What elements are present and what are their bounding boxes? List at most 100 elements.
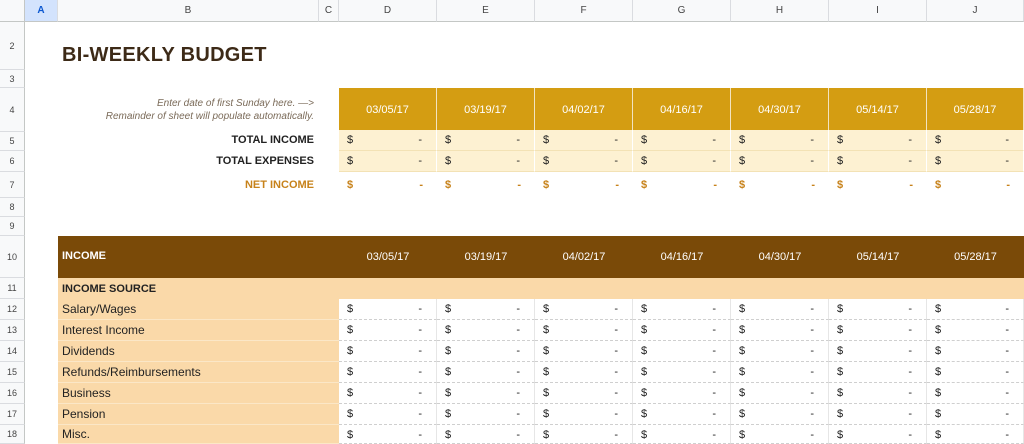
income-value-cell[interactable]: $ - bbox=[927, 320, 1024, 341]
income-date-7[interactable]: 05/28/17 bbox=[927, 236, 1024, 278]
income-value-cell[interactable]: $ - bbox=[535, 299, 633, 320]
column-header-j[interactable]: J bbox=[927, 0, 1024, 22]
income-value-cell[interactable]: $ - bbox=[731, 362, 829, 383]
income-value-cell[interactable]: $ - bbox=[535, 362, 633, 383]
net-income-cell[interactable]: $ - bbox=[437, 175, 535, 199]
income-value-cell[interactable]: $ - bbox=[633, 383, 731, 404]
row-header[interactable]: 8 bbox=[0, 198, 25, 217]
row-header[interactable]: 7 bbox=[0, 172, 25, 198]
row-header[interactable]: 18 bbox=[0, 425, 25, 444]
column-header-c[interactable]: C bbox=[319, 0, 339, 22]
income-source-header[interactable]: INCOME SOURCE bbox=[58, 278, 1024, 299]
income-value-cell[interactable]: $ - bbox=[437, 299, 535, 320]
income-value-cell[interactable]: $ - bbox=[535, 425, 633, 444]
income-value-cell[interactable]: $ - bbox=[437, 383, 535, 404]
date-cell-3[interactable]: 04/02/17 bbox=[535, 88, 633, 132]
income-value-cell[interactable]: $ - bbox=[633, 299, 731, 320]
total-income-cell[interactable]: $ - bbox=[927, 130, 1024, 151]
income-item-label[interactable]: Salary/Wages bbox=[58, 299, 339, 320]
total-income-label[interactable]: TOTAL INCOME bbox=[232, 134, 315, 146]
date-cell-4[interactable]: 04/16/17 bbox=[633, 88, 731, 132]
income-value-cell[interactable]: $ - bbox=[633, 425, 731, 444]
net-income-cell[interactable]: $ - bbox=[633, 175, 731, 199]
row-header[interactable]: 14 bbox=[0, 341, 25, 362]
income-value-cell[interactable]: $ - bbox=[535, 404, 633, 425]
income-value-cell[interactable]: $ - bbox=[339, 404, 437, 425]
date-cell-5[interactable]: 04/30/17 bbox=[731, 88, 829, 132]
income-value-cell[interactable]: $ - bbox=[829, 404, 927, 425]
income-value-cell[interactable]: $ - bbox=[927, 299, 1024, 320]
column-header-b[interactable]: B bbox=[58, 0, 319, 22]
row-header[interactable]: 10 bbox=[0, 236, 25, 278]
income-value-cell[interactable]: $ - bbox=[829, 299, 927, 320]
row-header[interactable]: 6 bbox=[0, 151, 25, 172]
row-header[interactable]: 11 bbox=[0, 278, 25, 299]
income-date-3[interactable]: 04/02/17 bbox=[535, 236, 633, 278]
income-date-1[interactable]: 03/05/17 bbox=[339, 236, 437, 278]
income-date-6[interactable]: 05/14/17 bbox=[829, 236, 927, 278]
row-header[interactable]: 4 bbox=[0, 88, 25, 132]
total-expenses-cell[interactable]: $ - bbox=[731, 151, 829, 172]
income-value-cell[interactable]: $ - bbox=[339, 341, 437, 362]
income-value-cell[interactable]: $ - bbox=[829, 425, 927, 444]
row-header[interactable]: 3 bbox=[0, 70, 25, 88]
net-income-label[interactable]: NET INCOME bbox=[245, 179, 314, 191]
date-cell-2[interactable]: 03/19/17 bbox=[437, 88, 535, 132]
row-header[interactable]: 5 bbox=[0, 132, 25, 151]
row-header[interactable]: 17 bbox=[0, 404, 25, 425]
net-income-cell[interactable]: $ - bbox=[339, 175, 437, 199]
income-value-cell[interactable]: $ - bbox=[731, 404, 829, 425]
net-income-cell[interactable]: $ - bbox=[535, 175, 633, 199]
column-header-e[interactable]: E bbox=[437, 0, 535, 22]
total-income-cell[interactable]: $ - bbox=[339, 130, 437, 151]
income-value-cell[interactable]: $ - bbox=[535, 320, 633, 341]
income-value-cell[interactable]: $ - bbox=[437, 320, 535, 341]
total-income-cell[interactable]: $ - bbox=[731, 130, 829, 151]
income-value-cell[interactable]: $ - bbox=[633, 320, 731, 341]
income-value-cell[interactable]: $ - bbox=[633, 362, 731, 383]
column-header-i[interactable]: I bbox=[829, 0, 927, 22]
income-value-cell[interactable]: $ - bbox=[339, 320, 437, 341]
total-income-cell[interactable]: $ - bbox=[437, 130, 535, 151]
income-value-cell[interactable]: $ - bbox=[927, 383, 1024, 404]
total-expenses-cell[interactable]: $ - bbox=[829, 151, 927, 172]
date-cell-1[interactable]: 03/05/17 bbox=[339, 88, 437, 132]
income-value-cell[interactable]: $ - bbox=[437, 425, 535, 444]
column-header-a[interactable]: A bbox=[25, 0, 58, 22]
column-header-h[interactable]: H bbox=[731, 0, 829, 22]
income-item-label[interactable]: Misc. bbox=[58, 425, 339, 444]
select-all-corner[interactable] bbox=[0, 0, 25, 22]
date-entry-note[interactable]: Enter date of first Sunday here. —> bbox=[40, 97, 314, 110]
income-item-label[interactable]: Interest Income bbox=[58, 320, 339, 341]
total-income-cell[interactable]: $ - bbox=[535, 130, 633, 151]
net-income-cell[interactable]: $ - bbox=[829, 175, 927, 199]
income-item-label[interactable]: Refunds/Reimbursements bbox=[58, 362, 339, 383]
income-value-cell[interactable]: $ - bbox=[535, 341, 633, 362]
date-cell-7[interactable]: 05/28/17 bbox=[927, 88, 1024, 132]
income-value-cell[interactable]: $ - bbox=[927, 425, 1024, 444]
income-date-2[interactable]: 03/19/17 bbox=[437, 236, 535, 278]
income-item-label[interactable]: Dividends bbox=[58, 341, 339, 362]
sheet-title[interactable]: BI-WEEKLY BUDGET bbox=[62, 44, 267, 67]
row-header[interactable]: 2 bbox=[0, 22, 25, 70]
income-item-label[interactable]: Business bbox=[58, 383, 339, 404]
income-value-cell[interactable]: $ - bbox=[829, 341, 927, 362]
income-item-label[interactable]: Pension bbox=[58, 404, 339, 425]
column-header-f[interactable]: F bbox=[535, 0, 633, 22]
income-date-4[interactable]: 04/16/17 bbox=[633, 236, 731, 278]
income-value-cell[interactable]: $ - bbox=[829, 383, 927, 404]
row-header[interactable]: 9 bbox=[0, 217, 25, 236]
row-header[interactable]: 16 bbox=[0, 383, 25, 404]
income-value-cell[interactable]: $ - bbox=[339, 362, 437, 383]
income-value-cell[interactable]: $ - bbox=[731, 383, 829, 404]
income-value-cell[interactable]: $ - bbox=[731, 299, 829, 320]
total-expenses-cell[interactable]: $ - bbox=[927, 151, 1024, 172]
income-value-cell[interactable]: $ - bbox=[339, 425, 437, 444]
income-value-cell[interactable]: $ - bbox=[339, 383, 437, 404]
income-header-label[interactable]: INCOME bbox=[62, 250, 106, 262]
total-expenses-cell[interactable]: $ - bbox=[339, 151, 437, 172]
income-value-cell[interactable]: $ - bbox=[535, 383, 633, 404]
total-expenses-cell[interactable]: $ - bbox=[535, 151, 633, 172]
income-value-cell[interactable]: $ - bbox=[731, 320, 829, 341]
income-value-cell[interactable]: $ - bbox=[437, 362, 535, 383]
